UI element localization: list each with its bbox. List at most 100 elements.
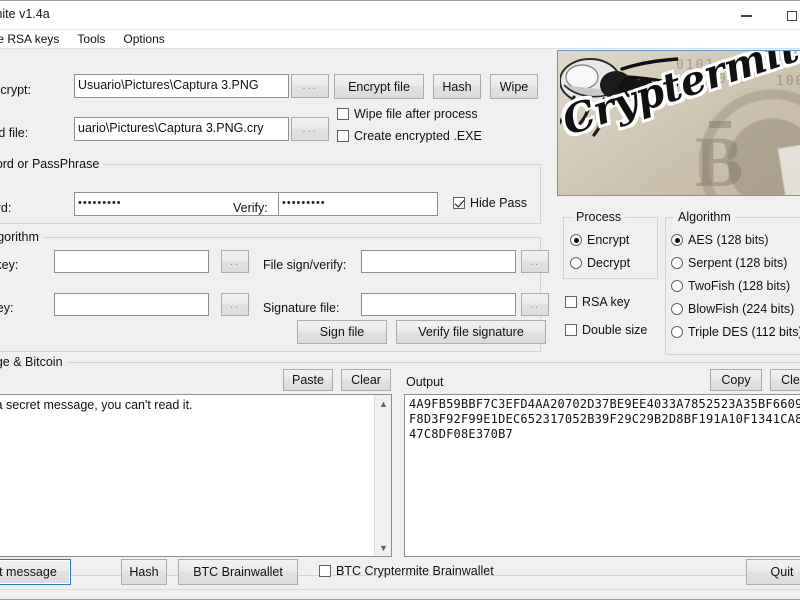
algorithm-radio-twofish[interactable]: TwoFish (128 bits): [671, 279, 790, 293]
encrypted-file-browse-button[interactable]: ...: [291, 117, 329, 141]
process-radio-encrypt[interactable]: Encrypt: [570, 233, 629, 247]
file-to-encrypt-browse-button[interactable]: ...: [291, 74, 329, 98]
algorithm-radio-serpent[interactable]: Serpent (128 bits): [671, 256, 787, 270]
output-textarea[interactable]: 4A9FB59BBF7C3EFD4AA20702D37BE9EE4033A785…: [404, 394, 800, 557]
menu-item-tools[interactable]: Tools: [68, 31, 114, 47]
algorithm-radio-blowfish[interactable]: BlowFish (224 bits): [671, 302, 794, 316]
paste-input-button[interactable]: Paste: [283, 369, 333, 391]
verify-label: Verify:: [233, 201, 268, 215]
encrypted-file-input[interactable]: uario\Pictures\Captura 3.PNG.cry: [74, 117, 289, 141]
hide-pass-checkbox[interactable]: Hide Pass: [453, 196, 527, 210]
password-group-title: Password or PassPhrase: [0, 157, 104, 171]
bitcoin-symbol: B: [695, 120, 744, 196]
process-group-title: Process: [572, 210, 626, 224]
algorithm-twofish-label: TwoFish (128 bits): [688, 279, 791, 293]
radio-circle: [570, 234, 582, 246]
algorithm-triple-des-label: Triple DES (112 bits): [688, 325, 800, 339]
clear-output-button[interactable]: Clear: [770, 369, 800, 391]
double-size-label: Double size: [582, 323, 648, 337]
minimize-button[interactable]: [724, 1, 769, 30]
signature-file-input[interactable]: [361, 293, 516, 316]
application-window: Cryptermite v1.4a ✕ Generate RSA keys To…: [0, 0, 800, 600]
public-key-browse-button[interactable]: ..: [221, 293, 249, 316]
scroll-up-icon[interactable]: ▲: [375, 395, 391, 412]
maximize-button[interactable]: [769, 1, 800, 30]
file-sign-verify-input[interactable]: [361, 250, 516, 273]
algorithm-radio-triple-des[interactable]: Triple DES (112 bits): [671, 325, 800, 339]
menu-bar: Generate RSA keys Tools Options: [0, 30, 800, 48]
btc-cryptermite-brainwallet-checkbox[interactable]: BTC Cryptermite Brainwallet: [319, 564, 494, 578]
rsa-key-label: RSA key: [582, 295, 630, 309]
create-encrypted-exe-checkbox[interactable]: Create encrypted .EXE: [337, 129, 482, 143]
algorithm-serpent-label: Serpent (128 bits): [688, 256, 788, 270]
encrypted-file-label: Encrypted file:: [0, 126, 29, 140]
cryptermite-logo-banner: 0101 1010 0110 1001 B: [557, 50, 800, 196]
verify-input[interactable]: •••••••••: [278, 192, 438, 216]
title-bar: Cryptermite v1.4a ✕: [0, 1, 800, 30]
process-encrypt-label: Encrypt: [587, 233, 630, 247]
status-bar: [0, 589, 800, 599]
wipe-file-button[interactable]: Wipe: [490, 74, 538, 99]
input-textarea[interactable]: This is a secret message, you can't read…: [0, 394, 392, 557]
scroll-down-icon[interactable]: ▼: [375, 539, 391, 556]
create-encrypted-exe-label: Create encrypted .EXE: [354, 129, 482, 143]
btc-cryptermite-brainwallet-label: BTC Cryptermite Brainwallet: [336, 564, 494, 578]
file-sign-verify-label: File sign/verify:: [263, 258, 347, 272]
hash-message-button[interactable]: Hash: [121, 559, 167, 585]
radio-circle: [671, 280, 683, 292]
minimize-icon: [741, 14, 752, 17]
menu-item-options[interactable]: Options: [114, 31, 173, 47]
checkbox-box: [319, 565, 331, 577]
algorithm-aes-label: AES (128 bits): [688, 233, 769, 247]
checkbox-box: [337, 108, 349, 120]
wipe-after-process-checkbox[interactable]: Wipe file after process: [337, 107, 478, 121]
encrypt-file-button[interactable]: Encrypt file: [334, 74, 424, 99]
algorithm-group-title: Algorithm: [674, 210, 735, 224]
quit-button[interactable]: Quit: [746, 559, 800, 585]
file-to-encrypt-input[interactable]: Usuario\Pictures\Captura 3.PNG: [74, 74, 289, 98]
verify-file-signature-button[interactable]: Verify file signature: [396, 320, 546, 344]
file-to-encrypt-label: File to encrypt:: [0, 83, 31, 97]
message-bitcoin-group-title: Message & Bitcoin: [0, 355, 67, 369]
checkbox-box: [565, 324, 577, 336]
wipe-after-process-label: Wipe file after process: [354, 107, 478, 121]
rsa-key-checkbox[interactable]: RSA key: [565, 295, 630, 309]
private-key-input[interactable]: [54, 250, 209, 273]
hide-pass-label: Hide Pass: [470, 196, 527, 210]
checkbox-box: [337, 130, 349, 142]
menu-item-generate-rsa-keys[interactable]: Generate RSA keys: [0, 31, 68, 47]
btc-brainwallet-button[interactable]: BTC Brainwallet: [178, 559, 298, 585]
algorithm-radio-aes[interactable]: AES (128 bits): [671, 233, 769, 247]
input-textarea-value: This is a secret message, you can't read…: [0, 398, 193, 412]
output-textarea-value: 4A9FB59BBF7C3EFD4AA20702D37BE9EE4033A785…: [409, 397, 800, 441]
checkbox-box: [565, 296, 577, 308]
radio-circle: [570, 257, 582, 269]
output-label: Output: [406, 375, 444, 389]
hash-file-button[interactable]: Hash: [433, 74, 481, 99]
sign-file-button[interactable]: Sign file: [297, 320, 387, 344]
radio-circle: [671, 326, 683, 338]
signature-file-label: Signature file:: [263, 301, 340, 315]
copy-output-button[interactable]: Copy: [710, 369, 762, 391]
private-key-browse-button[interactable]: ..: [221, 250, 249, 273]
window-title: Cryptermite v1.4a: [0, 7, 50, 21]
input-scrollbar[interactable]: ▲ ▼: [374, 395, 391, 556]
signature-file-browse-button[interactable]: ..: [521, 293, 549, 316]
algorithm-blowfish-label: BlowFish (224 bits): [688, 302, 795, 316]
clear-input-button[interactable]: Clear: [341, 369, 391, 391]
client-area: File to encrypt: Usuario\Pictures\Captur…: [0, 48, 800, 599]
radio-circle: [671, 303, 683, 315]
encrypt-message-button[interactable]: Encrypt message: [0, 559, 71, 585]
process-radio-decrypt[interactable]: Decrypt: [570, 256, 630, 270]
window-controls: ✕: [724, 1, 800, 30]
private-key-label: Private key:: [0, 258, 19, 272]
checkbox-box: [453, 197, 465, 209]
process-decrypt-label: Decrypt: [587, 256, 631, 270]
double-size-checkbox[interactable]: Double size: [565, 323, 647, 337]
radio-circle: [671, 257, 683, 269]
file-sign-verify-browse-button[interactable]: ..: [521, 250, 549, 273]
password-label: Password:: [0, 201, 12, 215]
public-key-label: Public key:: [0, 301, 14, 315]
radio-circle: [671, 234, 683, 246]
public-key-input[interactable]: [54, 293, 209, 316]
